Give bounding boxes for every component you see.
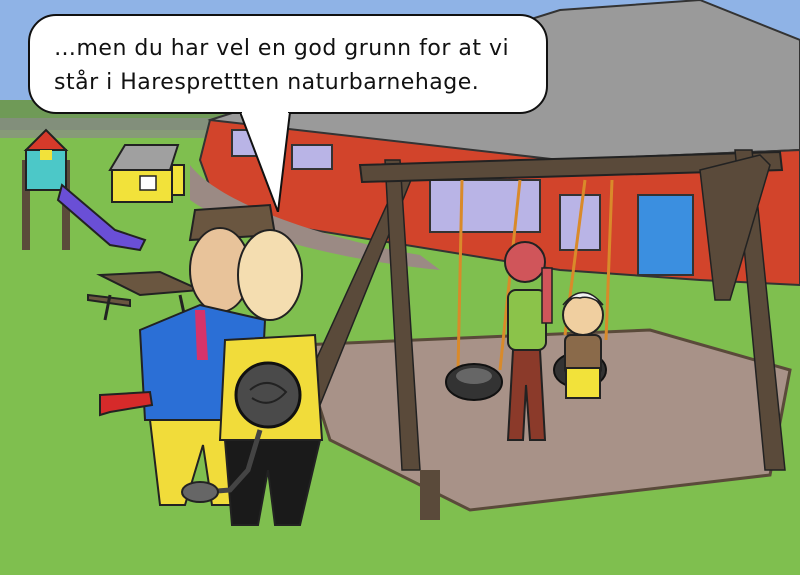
comic-panel: …men du har vel en god grunn for at vi s… [0,0,800,575]
shackle [181,481,219,503]
blue-door [637,194,694,276]
speech-bubble-text: …men du har vel en god grunn for at vi s… [54,36,510,95]
speech-bubble-tail [240,112,292,212]
window-3 [429,179,541,233]
face [237,229,303,321]
speech-bubble: …men du har vel en god grunn for at vi s… [28,14,548,212]
ball-and-chain [234,361,302,429]
tire-swing [445,363,503,401]
playhouse [108,144,185,203]
